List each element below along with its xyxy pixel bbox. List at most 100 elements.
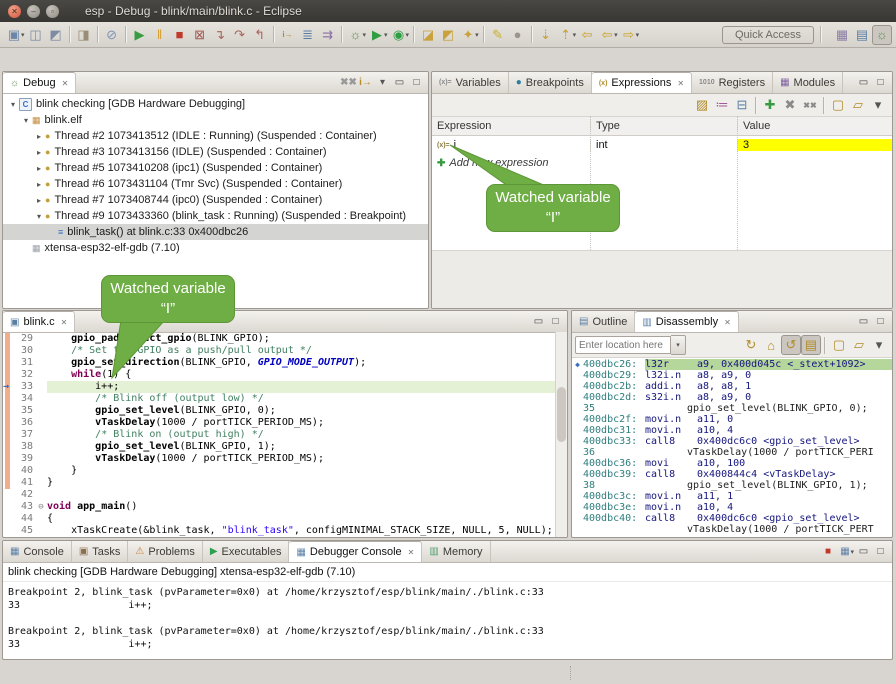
window-minimize-button[interactable]: – [27, 5, 40, 18]
debug-tree-item[interactable]: ▾Cblink checking [GDB Hardware Debugging… [3, 96, 428, 112]
skip-all-breakpoints-icon[interactable]: ⊘ [102, 25, 122, 45]
annotation-navigation-icon[interactable]: ● [508, 25, 528, 45]
disassembly-line[interactable]: ◆400dbc26:l32ra9, 0x400d045c <_stext+109… [572, 359, 892, 370]
disassembly-line[interactable]: 400dbc2b:addi.na8, a8, 1 [572, 381, 892, 392]
cpp-perspective-icon[interactable]: ▤ [852, 25, 872, 45]
code-line[interactable]: 42 [3, 489, 567, 501]
remove-selected-expressions-icon[interactable]: ✖ [780, 95, 800, 115]
debug-dropdown-icon[interactable]: ▾ [363, 31, 367, 39]
minimize-icon[interactable]: ▭ [855, 73, 872, 93]
go-home-icon[interactable]: ⌂ [761, 335, 781, 355]
tab-debug[interactable]: ☼Debug✕ [3, 72, 76, 93]
code-line[interactable]: 37 /* Blink on (output high) */ [3, 429, 567, 441]
tab-variables[interactable]: (x)=Variables [432, 72, 509, 93]
disassembly-line[interactable]: 400dbc3c:movi.na11, 1 [572, 491, 892, 502]
debug-tree-item[interactable]: ▸●Thread #7 1073408744 (ipc0) (Suspended… [3, 192, 428, 208]
show-type-names-icon[interactable]: ▨ [692, 95, 712, 115]
external-tools-dropdown-icon[interactable]: ▾ [406, 31, 410, 39]
new-cpp-file-icon[interactable]: ◪ [418, 25, 438, 45]
location-dropdown-icon[interactable]: ▾ [671, 335, 686, 355]
expander-icon[interactable]: ▾ [33, 212, 45, 221]
disassembly-line[interactable]: 400dbc33:call80x400dc6c0 <gpio_set_level… [572, 436, 892, 447]
open-perspective-icon[interactable]: ▦ [832, 25, 852, 45]
close-tab-icon[interactable]: ✕ [408, 548, 415, 557]
disassembly-line[interactable]: 400dbc2d:s32i.na8, a9, 0 [572, 392, 892, 403]
close-tab-icon[interactable]: ✕ [61, 318, 68, 327]
code-line[interactable]: 31 gpio_set_direction(BLINK_GPIO, GPIO_M… [3, 357, 567, 369]
tab-console[interactable]: ▦Console [3, 541, 72, 562]
suspend-icon[interactable]: ‖ [150, 25, 170, 45]
instruction-stepping-mode-icon[interactable]: i→ [357, 73, 374, 93]
debug-tree-item[interactable]: ▾●Thread #9 1073433360 (blink_task : Run… [3, 208, 428, 224]
editor-scrollbar-thumb[interactable] [557, 387, 566, 442]
tab-registers[interactable]: 1010Registers [692, 72, 773, 93]
fold-icon[interactable]: ⊖ [35, 501, 47, 513]
pin-debug-context-icon[interactable]: ⇉ [318, 25, 338, 45]
disassembly-line[interactable]: 400dbc3e:movi.na10, 4 [572, 502, 892, 513]
create-watch-expression-icon[interactable]: ✚ [760, 95, 780, 115]
expander-icon[interactable]: ▸ [33, 164, 45, 173]
tab-problems[interactable]: ⚠Problems [128, 541, 202, 562]
close-tab-icon[interactable]: ✕ [677, 79, 684, 88]
console-output[interactable]: Breakpoint 2, blink_task (pvParameter=0x… [3, 582, 892, 655]
display-selected-console-dropdown-icon[interactable]: ▾ [850, 548, 854, 556]
tab-tasks[interactable]: ▣Tasks [72, 541, 129, 562]
debug-tree-item[interactable]: ≡blink_task() at blink.c:33 0x400dbc26 [3, 224, 428, 240]
step-into-icon[interactable]: ↴ [210, 25, 230, 45]
debug-tree-item[interactable]: ▸●Thread #6 1073431104 (Tmr Svc) (Suspen… [3, 176, 428, 192]
terminate-console-icon[interactable]: ■ [819, 542, 836, 562]
disassembly-line[interactable]: 400dbc29:l32i.na8, a9, 0 [572, 370, 892, 381]
code-editor[interactable]: 29 gpio_pad_select_gpio(BLINK_GPIO);30 /… [3, 333, 567, 537]
code-line[interactable]: 43⊖void app_main() [3, 501, 567, 513]
editor-scrollbar[interactable] [555, 332, 567, 537]
column-divider[interactable] [737, 116, 738, 250]
disconnect-icon[interactable]: ⊠ [190, 25, 210, 45]
last-edit-location-icon[interactable]: ⇣ [536, 25, 556, 45]
show-debug-sources-icon[interactable]: ≣ [298, 25, 318, 45]
tab-breakpoints[interactable]: ●Breakpoints [509, 72, 592, 93]
code-line[interactable]: 34 /* Blink off (output low) */ [3, 393, 567, 405]
debug-perspective-icon[interactable]: ☼ [872, 25, 892, 45]
close-tab-icon[interactable]: ✕ [724, 318, 731, 327]
add-expression-row[interactable]: ✚ Add new expression [432, 154, 892, 172]
tab-memory[interactable]: ▥Memory [422, 541, 490, 562]
quick-access-button[interactable]: Quick Access [722, 26, 814, 44]
maximize-icon[interactable]: □ [872, 73, 889, 93]
back-to-last-edit-dropdown-icon[interactable]: ▾ [573, 31, 577, 39]
new-disassembly-view-icon[interactable]: ▢ [829, 335, 849, 355]
expander-icon[interactable]: ▾ [20, 116, 32, 125]
disassembly-line[interactable]: vTaskDelay(1000 / portTICK_PERT [572, 524, 892, 535]
column-header-value[interactable]: Value [737, 120, 892, 132]
column-header-expression[interactable]: Expression [432, 120, 590, 132]
terminate-icon[interactable]: ■ [170, 25, 190, 45]
refresh-view-icon[interactable]: ↻ [741, 335, 761, 355]
code-line[interactable]: 35 gpio_set_level(BLINK_GPIO, 0); [3, 405, 567, 417]
code-line[interactable]: 30 /* Set the GPIO as a push/pull output… [3, 345, 567, 357]
previous-edit-icon[interactable]: ⇦ [577, 25, 597, 45]
code-line[interactable]: 40 } [3, 465, 567, 477]
debug-tree-item[interactable]: ▸●Thread #3 1073413156 (IDLE) (Suspended… [3, 144, 428, 160]
view-menu-icon[interactable]: ▾ [869, 335, 889, 355]
code-line[interactable]: 29 gpio_pad_select_gpio(BLINK_GPIO); [3, 333, 567, 345]
disassembly-listing[interactable]: ◆400dbc26:l32ra9, 0x400d045c <_stext+109… [572, 358, 892, 535]
maximize-icon[interactable]: □ [872, 542, 889, 562]
remove-all-expressions-icon[interactable]: ✖✖ [800, 95, 820, 115]
disassembly-line[interactable]: 400dbc39:call80x400844c4 <vTaskDelay> [572, 469, 892, 480]
code-line[interactable]: 39 vTaskDelay(1000 / portTICK_PERIOD_MS)… [3, 453, 567, 465]
view-menu-icon[interactable]: ▾ [868, 95, 888, 115]
disassembly-line[interactable]: 400dbc31:movi.na10, 4 [572, 425, 892, 436]
expander-icon[interactable]: ▸ [33, 132, 45, 141]
code-line[interactable]: 41} [3, 477, 567, 489]
instruction-stepping-icon[interactable]: i→ [278, 25, 298, 45]
minimize-icon[interactable]: ▭ [530, 312, 547, 332]
code-line[interactable]: 32 while(1) { [3, 369, 567, 381]
expander-icon[interactable]: ▸ [33, 180, 45, 189]
expander-icon[interactable]: ▸ [33, 196, 45, 205]
maximize-icon[interactable]: □ [872, 312, 889, 332]
expression-row[interactable]: (x)= i int 3 [432, 136, 892, 154]
location-input[interactable] [575, 336, 671, 354]
show-logical-structures-icon[interactable]: ≔ [712, 95, 732, 115]
tab-modules[interactable]: ▦Modules [773, 72, 843, 93]
disassembly-line[interactable]: 400dbc36:movia10, 100 [572, 458, 892, 469]
maximize-icon[interactable]: □ [547, 312, 564, 332]
